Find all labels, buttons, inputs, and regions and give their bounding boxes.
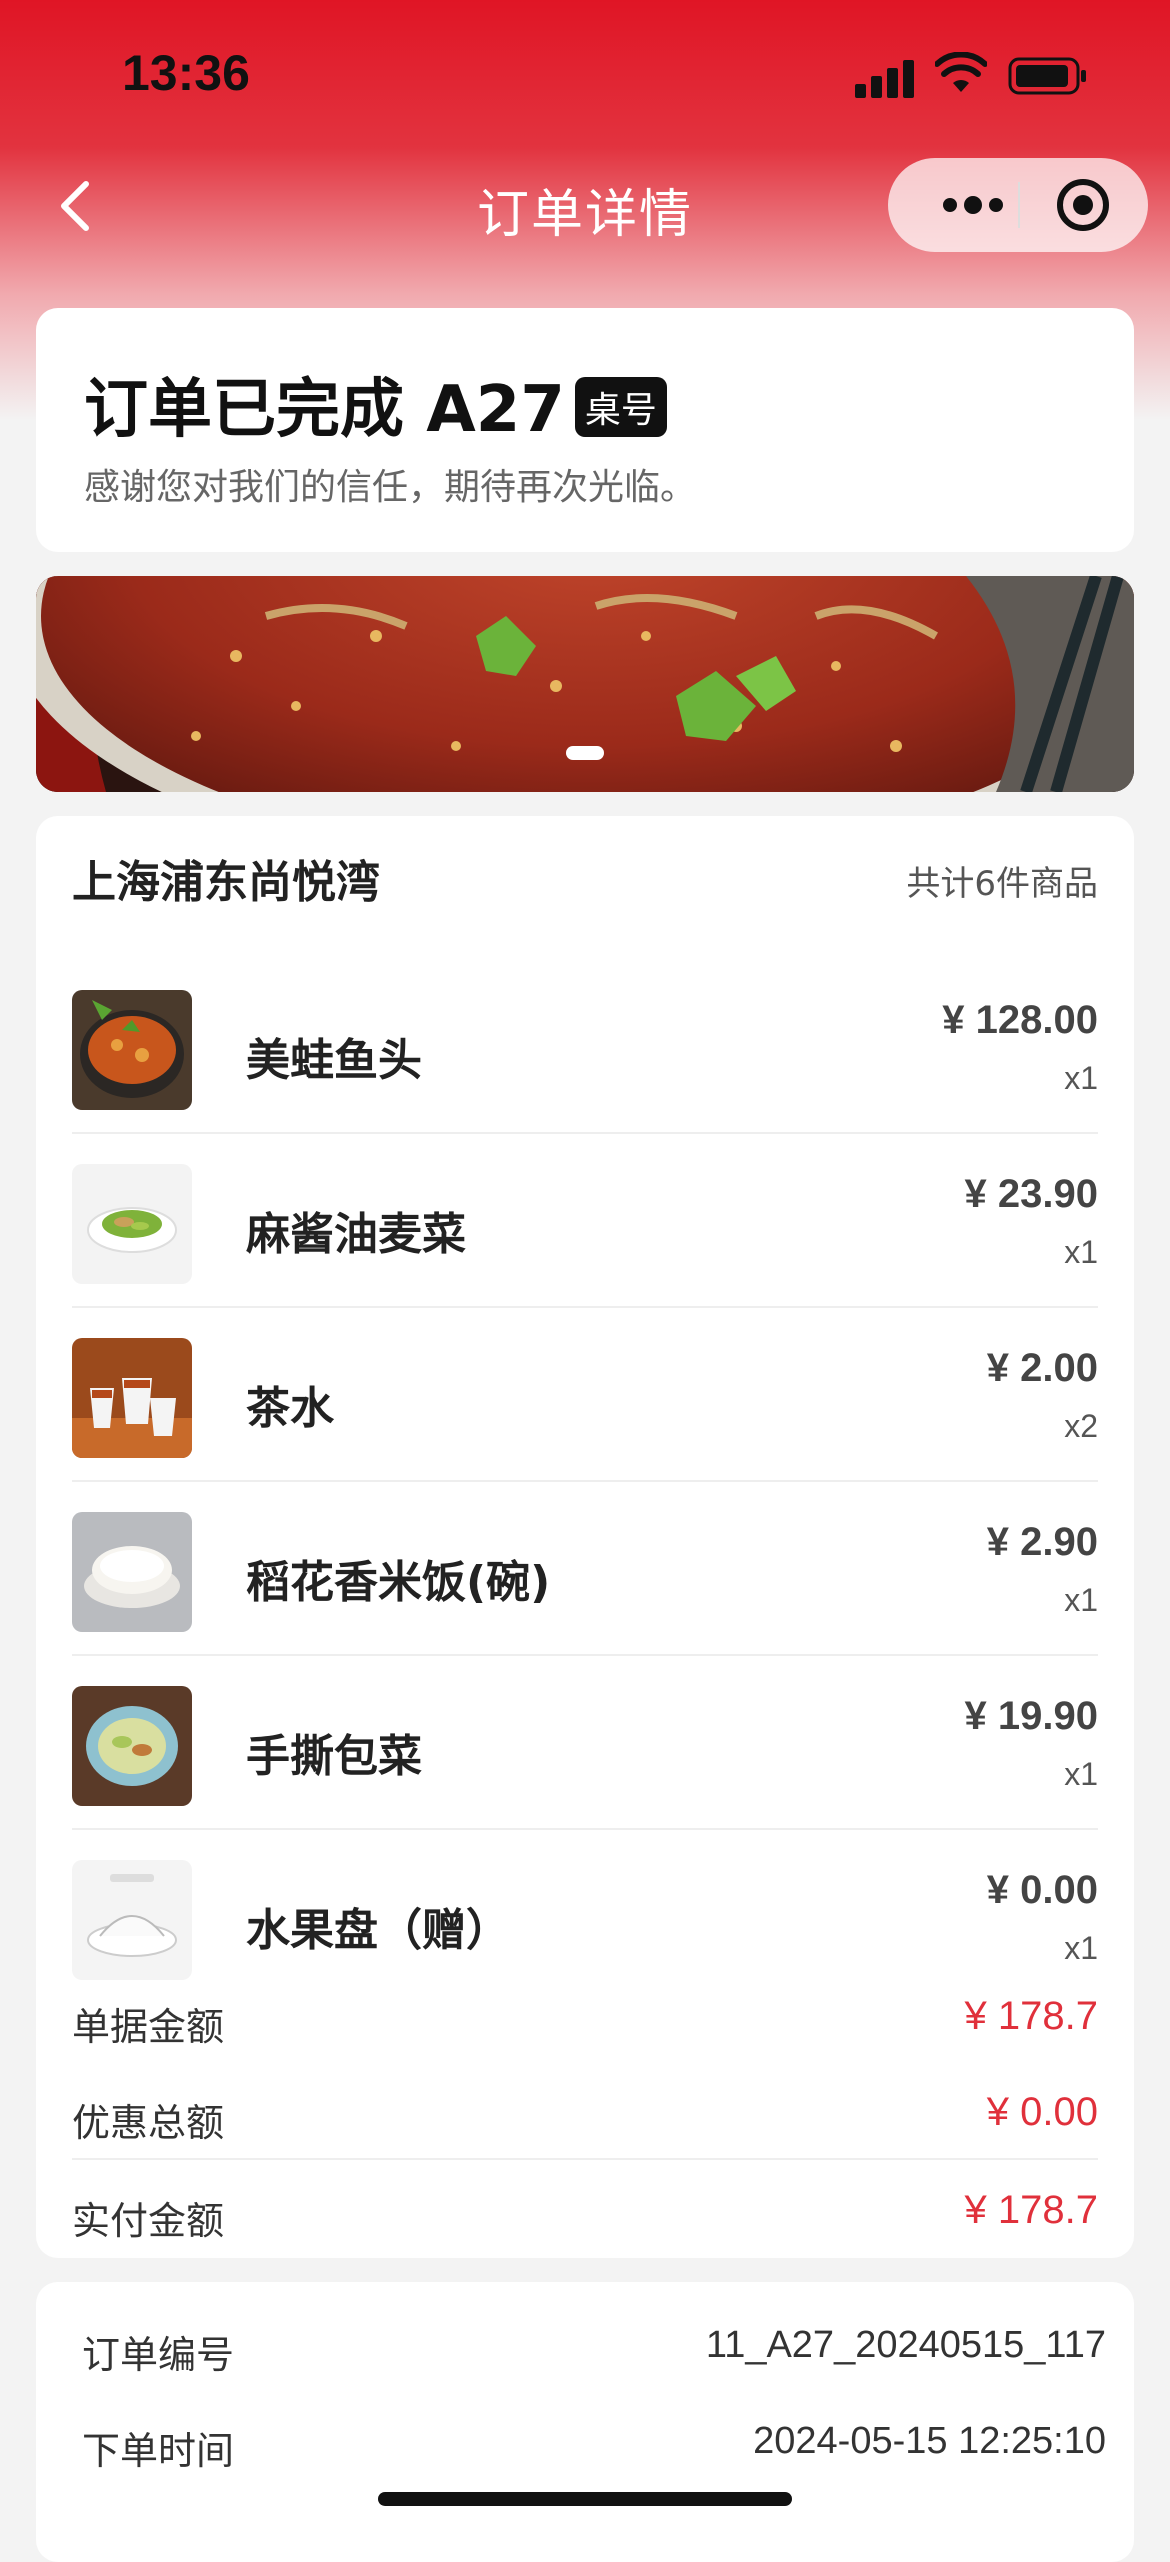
dish-name: 手撕包菜 — [246, 1731, 422, 1782]
table-number-badge: 桌号 — [574, 377, 667, 438]
dish-quantity: x2 — [1064, 1408, 1098, 1444]
dish-name: 稻花香米饭(碗) — [246, 1557, 551, 1608]
order-time-value: 2024-05-15 12:25:10 — [753, 2420, 1106, 2462]
order-number-label: 订单编号 — [82, 2333, 235, 2377]
list-item[interactable]: 稻花香米饭(碗) ¥ 2.90 x1 — [72, 1480, 1098, 1656]
list-item[interactable]: 麻酱油麦菜 ¥ 23.90 x1 — [72, 1132, 1098, 1308]
mini-program-capsule — [888, 158, 1148, 252]
dish-quantity: x1 — [1064, 1060, 1098, 1096]
order-status-subtitle: 感谢您对我们的信任，期待再次光临。 — [84, 467, 697, 508]
order-status-title: 订单已完成 A27 桌号 — [84, 358, 667, 450]
paid-amount-row: 实付金额 ¥ 178.7 — [72, 2170, 1098, 2266]
more-dots-icon[interactable] — [928, 178, 1018, 232]
shop-name: 上海浦东尚悦湾 — [72, 857, 380, 908]
close-target-icon[interactable] — [1028, 172, 1138, 238]
list-item[interactable]: 美蛙鱼头 ¥ 128.00 x1 — [72, 958, 1098, 1134]
dish-thumbnail — [72, 1338, 192, 1458]
dish-quantity: x1 — [1064, 1582, 1098, 1618]
list-item[interactable]: 茶水 ¥ 2.00 x2 — [72, 1306, 1098, 1482]
navigation-bar: 订单详情 — [0, 150, 1170, 260]
dish-thumbnail — [72, 1512, 192, 1632]
order-time-row: 下单时间 2024-05-15 12:25:10 — [82, 2404, 1106, 2484]
status-time: 13:36 — [122, 45, 250, 101]
order-time-label: 下单时间 — [82, 2429, 235, 2473]
list-item[interactable]: 手撕包菜 ¥ 19.90 x1 — [72, 1654, 1098, 1830]
bill-amount-label: 单据金额 — [72, 2005, 225, 2049]
discount-total-label: 优惠总额 — [72, 2101, 225, 2145]
discount-total-row: 优惠总额 ¥ 0.00 — [72, 2072, 1098, 2168]
paid-amount-value: ¥ 178.7 — [964, 2188, 1098, 2232]
order-status-card: 订单已完成 A27 桌号 感谢您对我们的信任，期待再次光临。 — [36, 308, 1134, 552]
dish-thumbnail — [72, 990, 192, 1110]
capsule-divider — [1018, 182, 1020, 228]
carousel-indicator — [566, 746, 604, 760]
dish-price: ¥ 2.90 — [986, 1520, 1098, 1564]
order-status-text: 订单已完成 A27 — [84, 373, 565, 447]
dish-quantity: x1 — [1064, 1930, 1098, 1966]
dish-thumbnail — [72, 1686, 192, 1806]
battery-icon — [1008, 57, 1086, 95]
dish-name: 水果盘（赠） — [246, 1905, 510, 1956]
paid-amount-label: 实付金额 — [72, 2199, 225, 2243]
item-count: 共计6件商品 — [906, 864, 1098, 904]
placeholder-dish-icon — [72, 1860, 192, 1980]
dish-quantity: x1 — [1064, 1234, 1098, 1270]
bill-amount-row: 单据金额 ¥ 178.7 — [72, 1976, 1098, 2072]
dish-price: ¥ 19.90 — [964, 1694, 1098, 1738]
dish-price: ¥ 2.00 — [986, 1346, 1098, 1390]
dish-price: ¥ 23.90 — [964, 1172, 1098, 1216]
banner-carousel[interactable] — [36, 576, 1134, 792]
status-bar: 13:36 — [0, 0, 1170, 150]
order-info-card: 订单编号 11_A27_20240515_117 下单时间 2024-05-15… — [36, 2282, 1134, 2562]
order-number-value[interactable]: 11_A27_20240515_117 — [706, 2324, 1106, 2367]
dish-price: ¥ 0.00 — [986, 1868, 1098, 1912]
home-indicator[interactable] — [378, 2492, 792, 2506]
dish-price: ¥ 128.00 — [942, 998, 1098, 1042]
dish-name: 美蛙鱼头 — [246, 1035, 422, 1086]
cellular-signal-icon — [855, 58, 915, 98]
bill-amount-value: ¥ 178.7 — [964, 1994, 1098, 2038]
dish-name: 茶水 — [246, 1383, 334, 1434]
dish-thumbnail — [72, 1164, 192, 1284]
dish-quantity: x1 — [1064, 1756, 1098, 1792]
order-number-row: 订单编号 11_A27_20240515_117 — [82, 2308, 1106, 2388]
wifi-icon — [935, 52, 987, 92]
discount-total-value: ¥ 0.00 — [986, 2090, 1098, 2134]
order-items-card: 上海浦东尚悦湾 共计6件商品 美蛙鱼头 ¥ 128.00 x1 麻酱油麦菜 ¥ … — [36, 816, 1134, 2258]
summary-divider — [72, 2158, 1098, 2160]
dish-name: 麻酱油麦菜 — [246, 1209, 466, 1260]
